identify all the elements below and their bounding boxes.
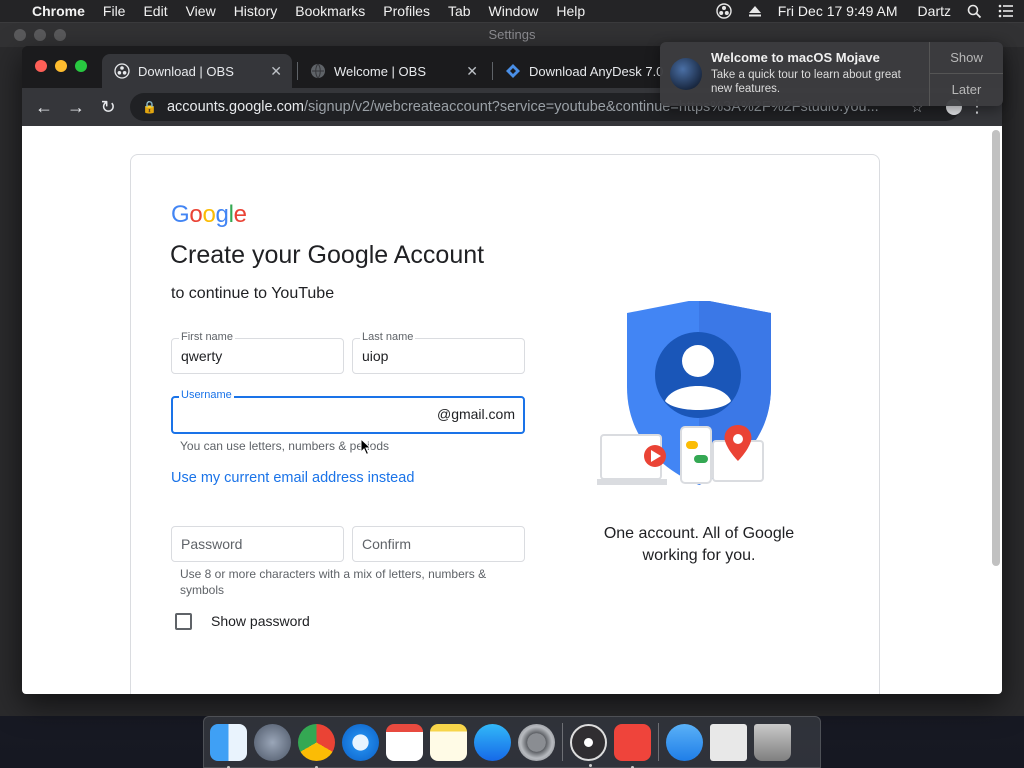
google-logo-letter: g [215, 201, 229, 228]
username-hint: You can use letters, numbers & periods [180, 439, 390, 453]
menu-file[interactable]: File [103, 3, 126, 19]
notes-icon[interactable] [430, 723, 467, 761]
window-controls [35, 60, 87, 72]
notification-body: Take a quick tour to learn about great n… [711, 69, 901, 95]
tab-close-icon[interactable]: ✕ [270, 63, 282, 80]
google-logo-letter: e [233, 201, 247, 228]
tab-download-obs[interactable]: Download | OBS ✕ [102, 54, 292, 88]
settings-window-controls [14, 29, 66, 41]
page-scrollbar[interactable] [992, 130, 1000, 566]
anydesk-icon [506, 64, 520, 78]
last-name-value: uiop [362, 348, 389, 364]
chrome-window: Download | OBS ✕ Welcome | OBS ✕ Downloa… [22, 46, 1002, 694]
menu-view[interactable]: View [186, 3, 216, 19]
google-logo-letter: o [189, 201, 203, 228]
calendar-icon[interactable] [386, 723, 423, 761]
macos-notification[interactable]: Welcome to macOS Mojave Take a quick tou… [660, 42, 1003, 106]
password-field[interactable]: Password [171, 526, 344, 562]
eject-icon[interactable] [748, 4, 762, 18]
reload-icon[interactable]: ↻ [92, 97, 124, 118]
username-domain-suffix: @gmail.com [436, 406, 515, 422]
menu-bookmarks[interactable]: Bookmarks [295, 3, 365, 19]
confirm-placeholder: Confirm [362, 536, 412, 552]
tab-title: Download | OBS [138, 63, 234, 79]
first-name-label: First name [179, 331, 235, 343]
zoom-window-button[interactable] [75, 60, 87, 72]
tab-close-icon[interactable]: ✕ [466, 63, 478, 80]
tagline: One account. All of Google working for y… [603, 525, 795, 564]
username-field[interactable]: Username @gmail.com [171, 389, 525, 434]
obs-icon[interactable] [570, 723, 607, 767]
chrome-icon[interactable] [298, 723, 335, 768]
show-password-checkbox[interactable] [175, 613, 192, 630]
finder-icon[interactable] [210, 723, 247, 768]
minimize-window-button[interactable] [55, 60, 67, 72]
launchpad-icon[interactable] [254, 723, 291, 761]
google-logo-letter: G [171, 201, 190, 228]
menu-window[interactable]: Window [489, 3, 539, 19]
close-window-button[interactable] [35, 60, 47, 72]
menu-clock[interactable]: Fri Dec 17 9:49 AM [778, 3, 898, 19]
notification-center-icon[interactable] [998, 4, 1014, 18]
url-host: accounts.google.com [166, 99, 304, 115]
show-password-label[interactable]: Show password [211, 613, 310, 629]
mouse-cursor-icon [360, 438, 372, 456]
password-placeholder: Password [181, 536, 243, 552]
first-name-field[interactable]: First name qwerty [171, 331, 344, 374]
page-subtitle: to continue to YouTube [171, 285, 335, 302]
menu-profiles[interactable]: Profiles [383, 3, 430, 19]
lock-icon[interactable]: 🔒 [142, 100, 157, 114]
menu-history[interactable]: History [234, 3, 278, 19]
dock-separator [658, 723, 659, 761]
google-logo-letter: o [202, 201, 216, 228]
globe-icon [311, 63, 325, 79]
password-hint: Use 8 or more characters with a mix of l… [180, 567, 487, 597]
trash-icon[interactable] [754, 723, 791, 761]
username-label: Username [179, 389, 234, 401]
notification-title: Welcome to macOS Mojave [711, 50, 880, 65]
file-document-icon[interactable] [710, 723, 747, 761]
forward-icon[interactable]: → [60, 97, 92, 118]
menu-user[interactable]: Dartz [918, 3, 951, 19]
safari-icon[interactable] [342, 723, 379, 761]
tab-welcome-obs[interactable]: Welcome | OBS ✕ [298, 54, 488, 88]
system-preferences-icon[interactable] [518, 723, 555, 761]
obs-status-icon[interactable] [716, 3, 732, 19]
dock [203, 716, 821, 768]
notification-actions: Show Later [929, 42, 1003, 106]
use-current-email-link[interactable]: Use my current email address instead [171, 470, 414, 486]
menu-help[interactable]: Help [556, 3, 585, 19]
page-title: Create your Google Account [170, 241, 485, 269]
app-store-icon[interactable] [474, 723, 511, 761]
tab-title: Welcome | OBS [334, 63, 426, 79]
confirm-password-field[interactable]: Confirm [352, 526, 525, 562]
first-name-value: qwerty [181, 348, 223, 364]
menu-edit[interactable]: Edit [143, 3, 167, 19]
mojave-icon [670, 58, 702, 90]
obs-icon [114, 63, 130, 79]
last-name-field[interactable]: Last name uiop [352, 331, 525, 374]
notification-show-button[interactable]: Show [930, 42, 1003, 74]
spotlight-search-icon[interactable] [967, 4, 982, 19]
back-icon[interactable]: ← [28, 97, 60, 118]
dock-separator [562, 723, 563, 761]
last-name-label: Last name [360, 331, 416, 343]
signup-card: Google Create your Google Account to con… [130, 154, 880, 694]
account-shield-illustration [597, 301, 771, 485]
anydesk-icon[interactable] [614, 723, 651, 768]
menu-app-name[interactable]: Chrome [32, 3, 85, 19]
menu-bar: Chrome File Edit View History Bookmarks … [0, 0, 1024, 22]
page-content: Google Create your Google Account to con… [22, 126, 1002, 694]
google-logo: Google [171, 201, 247, 229]
notification-later-button[interactable]: Later [930, 74, 1003, 106]
menu-tab[interactable]: Tab [448, 3, 471, 19]
downloads-folder-icon[interactable] [666, 723, 703, 761]
